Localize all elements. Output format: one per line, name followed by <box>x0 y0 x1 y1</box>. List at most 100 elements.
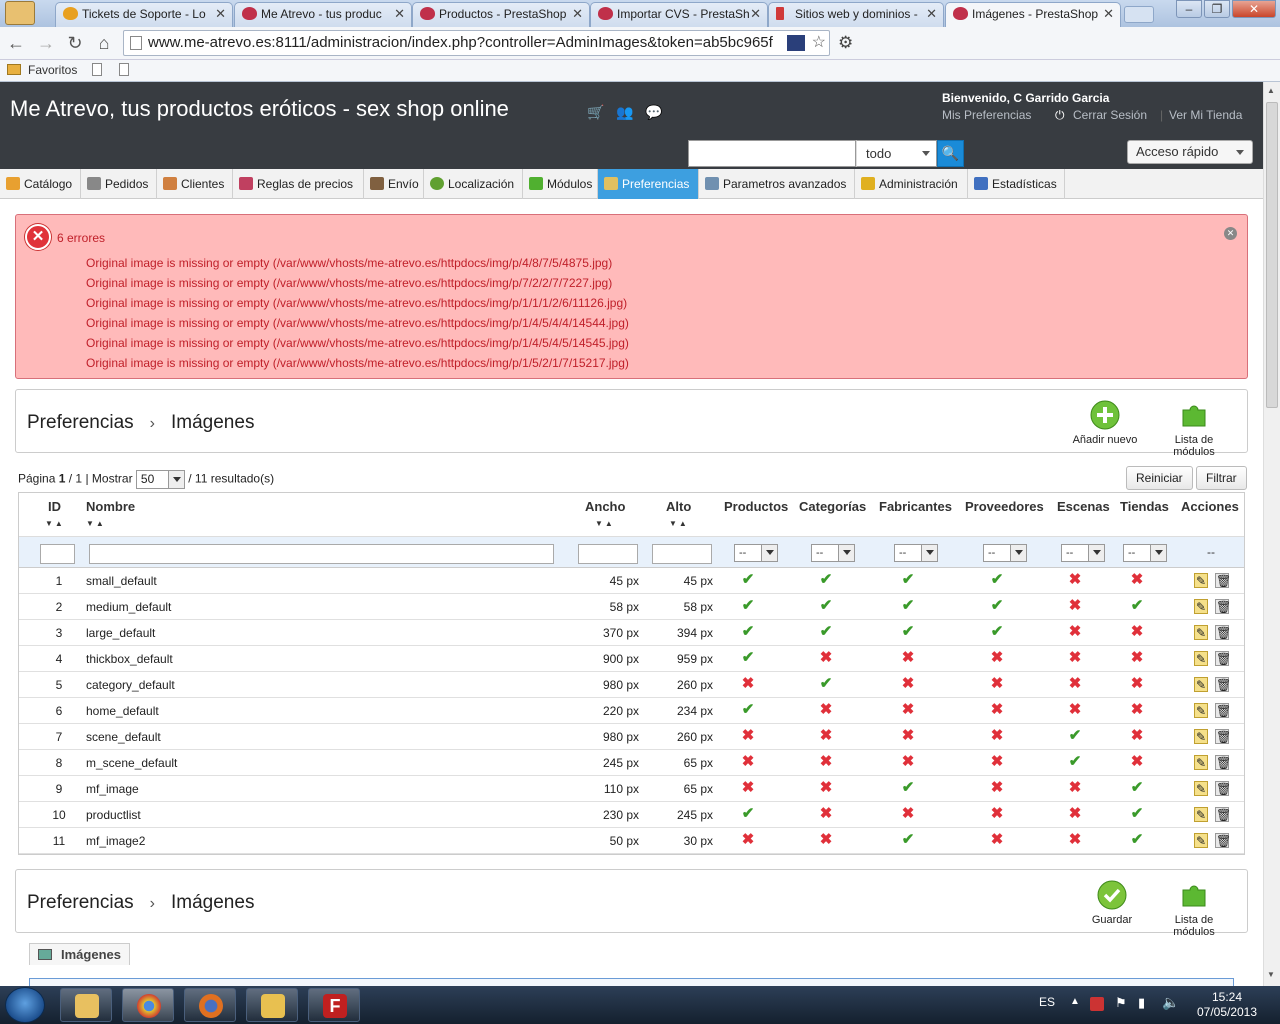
delete-trash-icon[interactable]: 🗑 <box>1215 833 1231 848</box>
delete-trash-icon[interactable]: 🗑 <box>1215 677 1231 692</box>
clock[interactable]: 15:24 07/05/2013 <box>1190 990 1264 1020</box>
cart-icon[interactable]: 🛒 <box>587 104 604 120</box>
filter-stores-select[interactable]: -- <box>1123 544 1167 562</box>
delete-trash-icon[interactable]: 🗑 <box>1215 625 1231 640</box>
browser-tab-2[interactable]: Me Atrevo - tus produc ✕ <box>234 2 412 27</box>
search-input[interactable] <box>688 140 856 167</box>
edit-pencil-icon[interactable]: ✎ <box>1194 781 1208 796</box>
address-bar[interactable]: www.me-atrevo.es:8111/administracion/ind… <box>123 30 830 56</box>
sort-arrows-icon[interactable]: ▼▲ <box>45 519 65 528</box>
modules-list-button[interactable]: Lista de módulos <box>1154 400 1234 458</box>
tab-close-icon[interactable]: ✕ <box>394 3 405 25</box>
browser-tab-3[interactable]: Productos - PrestaShop ✕ <box>412 2 590 27</box>
bookmarks-folder[interactable]: Favoritos <box>28 60 77 80</box>
network-icon[interactable]: ▮ <box>1138 995 1145 1011</box>
menu-item-stats[interactable]: Estadísticas <box>968 169 1065 199</box>
save-button[interactable]: Guardar <box>1072 880 1152 926</box>
sort-arrows-icon[interactable]: ▼▲ <box>86 519 106 528</box>
modules-list-button[interactable]: Lista de módulos <box>1154 880 1234 938</box>
minimize-icon[interactable]: – <box>1176 0 1202 18</box>
tab-close-icon[interactable]: ✕ <box>1103 3 1114 25</box>
sort-arrows-icon[interactable]: ▼▲ <box>669 519 689 528</box>
flag-icon[interactable]: ⚑ <box>1115 995 1127 1011</box>
table-row[interactable]: 5 category_default 980 px 260 px ✖ ✔ ✖ ✖ ✖ ✖ ✎ 🗑 <box>19 672 1244 698</box>
delete-trash-icon[interactable]: 🗑 <box>1215 703 1231 718</box>
filter-manufacturers-select[interactable]: -- <box>894 544 938 562</box>
scroll-up-icon[interactable]: ▲ <box>1267 86 1275 95</box>
start-button[interactable] <box>5 987 45 1023</box>
table-row[interactable]: 7 scene_default 980 px 260 px ✖ ✖ ✖ ✖ ✔ ✖ ✎ 🗑 <box>19 724 1244 750</box>
edit-pencil-icon[interactable]: ✎ <box>1194 755 1208 770</box>
delete-trash-icon[interactable]: 🗑 <box>1215 807 1231 822</box>
page-scrollbar[interactable]: ▲ ▼ <box>1263 82 1280 986</box>
forward-icon[interactable]: → <box>35 32 57 54</box>
edit-pencil-icon[interactable]: ✎ <box>1194 651 1208 666</box>
table-row[interactable]: 2 medium_default 58 px 58 px ✔ ✔ ✔ ✔ ✖ ✔ ✎ 🗑 <box>19 594 1244 620</box>
filter-categories-select[interactable]: -- <box>811 544 855 562</box>
filter-button[interactable]: Filtrar <box>1196 466 1247 490</box>
table-row[interactable]: 10 productlist 230 px 245 px ✔ ✖ ✖ ✖ ✖ ✔ ✎ 🗑 <box>19 802 1244 828</box>
scroll-down-icon[interactable]: ▼ <box>1267 970 1275 979</box>
filter-products-select[interactable]: -- <box>734 544 778 562</box>
table-row[interactable]: 6 home_default 220 px 234 px ✔ ✖ ✖ ✖ ✖ ✖ ✎ 🗑 <box>19 698 1244 724</box>
profile-avatar[interactable] <box>5 1 35 25</box>
menu-item-administration[interactable]: Administración <box>855 169 968 199</box>
tab-close-icon[interactable]: ✕ <box>750 3 761 25</box>
edit-pencil-icon[interactable]: ✎ <box>1194 807 1208 822</box>
edit-pencil-icon[interactable]: ✎ <box>1194 833 1208 848</box>
bookmark-star-icon[interactable]: ☆ <box>812 31 826 55</box>
tab-close-icon[interactable]: ✕ <box>215 3 226 25</box>
edit-pencil-icon[interactable]: ✎ <box>1194 703 1208 718</box>
edit-pencil-icon[interactable]: ✎ <box>1194 625 1208 640</box>
reload-icon[interactable]: ↻ <box>64 32 86 54</box>
taskbar-filezilla[interactable]: F <box>308 988 360 1022</box>
browser-tab-1[interactable]: Tickets de Soporte - Lo ✕ <box>55 2 233 27</box>
window-close-icon[interactable]: ✕ <box>1232 0 1276 18</box>
logout-link[interactable]: Cerrar Sesión <box>1073 108 1147 122</box>
edit-pencil-icon[interactable]: ✎ <box>1194 599 1208 614</box>
delete-trash-icon[interactable]: 🗑 <box>1215 573 1231 588</box>
filter-id-input[interactable] <box>40 544 75 564</box>
menu-item-customers[interactable]: Clientes <box>157 169 233 199</box>
tab-close-icon[interactable]: ✕ <box>572 3 583 25</box>
add-new-button[interactable]: Añadir nuevo <box>1065 400 1145 446</box>
menu-item-price-rules[interactable]: Reglas de precios <box>233 169 364 199</box>
table-row[interactable]: 11 mf_image2 50 px 30 px ✖ ✖ ✔ ✖ ✖ ✔ ✎ 🗑 <box>19 828 1244 854</box>
browser-tab-active[interactable]: Imágenes - PrestaShop ✕ <box>945 2 1121 27</box>
delete-trash-icon[interactable]: 🗑 <box>1215 781 1231 796</box>
per-page-select[interactable]: 50 <box>135 470 185 489</box>
volume-icon[interactable]: 🔈 <box>1162 994 1179 1011</box>
browser-tab-5[interactable]: Sitios web y dominios - ✕ <box>768 2 944 27</box>
delete-trash-icon[interactable]: 🗑 <box>1215 755 1231 770</box>
delete-trash-icon[interactable]: 🗑 <box>1215 599 1231 614</box>
table-row[interactable]: 8 m_scene_default 245 px 65 px ✖ ✖ ✖ ✖ ✔ ✖ ✎ 🗑 <box>19 750 1244 776</box>
sort-arrows-icon[interactable]: ▼▲ <box>595 519 615 528</box>
filter-scenes-select[interactable]: -- <box>1061 544 1105 562</box>
taskbar-explorer[interactable] <box>60 988 112 1022</box>
messages-icon[interactable]: 💬 <box>645 104 662 120</box>
home-icon[interactable]: ⌂ <box>93 32 115 54</box>
edit-pencil-icon[interactable]: ✎ <box>1194 573 1208 588</box>
my-preferences-link[interactable]: Mis Preferencias <box>942 108 1031 122</box>
filter-name-input[interactable] <box>89 544 554 564</box>
new-tab-button[interactable] <box>1124 6 1154 23</box>
menu-item-modules[interactable]: Módulos <box>523 169 598 199</box>
quick-access-select[interactable]: Acceso rápido <box>1127 140 1253 164</box>
scrollbar-thumb[interactable] <box>1266 102 1278 408</box>
delete-trash-icon[interactable]: 🗑 <box>1215 651 1231 666</box>
menu-item-localization[interactable]: Localización <box>424 169 523 199</box>
table-row[interactable]: 9 mf_image 110 px 65 px ✖ ✖ ✔ ✖ ✖ ✔ ✎ 🗑 <box>19 776 1244 802</box>
customers-icon[interactable]: 👥 <box>616 104 633 120</box>
taskbar-chrome[interactable] <box>122 988 174 1022</box>
language-indicator[interactable]: ES <box>1039 995 1055 1009</box>
menu-item-catalog[interactable]: Catálogo <box>0 169 81 199</box>
edit-pencil-icon[interactable]: ✎ <box>1194 677 1208 692</box>
search-scope-select[interactable]: todo <box>856 140 937 167</box>
search-button[interactable]: 🔍 <box>937 140 964 167</box>
menu-item-advanced-params[interactable]: Parametros avanzados <box>699 169 855 199</box>
edit-pencil-icon[interactable]: ✎ <box>1194 729 1208 744</box>
table-row[interactable]: 3 large_default 370 px 394 px ✔ ✔ ✔ ✔ ✖ ✖ ✎ 🗑 <box>19 620 1244 646</box>
reset-button[interactable]: Reiniciar <box>1126 466 1193 490</box>
menu-item-shipping[interactable]: Envío <box>364 169 424 199</box>
table-row[interactable]: 1 small_default 45 px 45 px ✔ ✔ ✔ ✔ ✖ ✖ ✎ 🗑 <box>19 568 1244 594</box>
